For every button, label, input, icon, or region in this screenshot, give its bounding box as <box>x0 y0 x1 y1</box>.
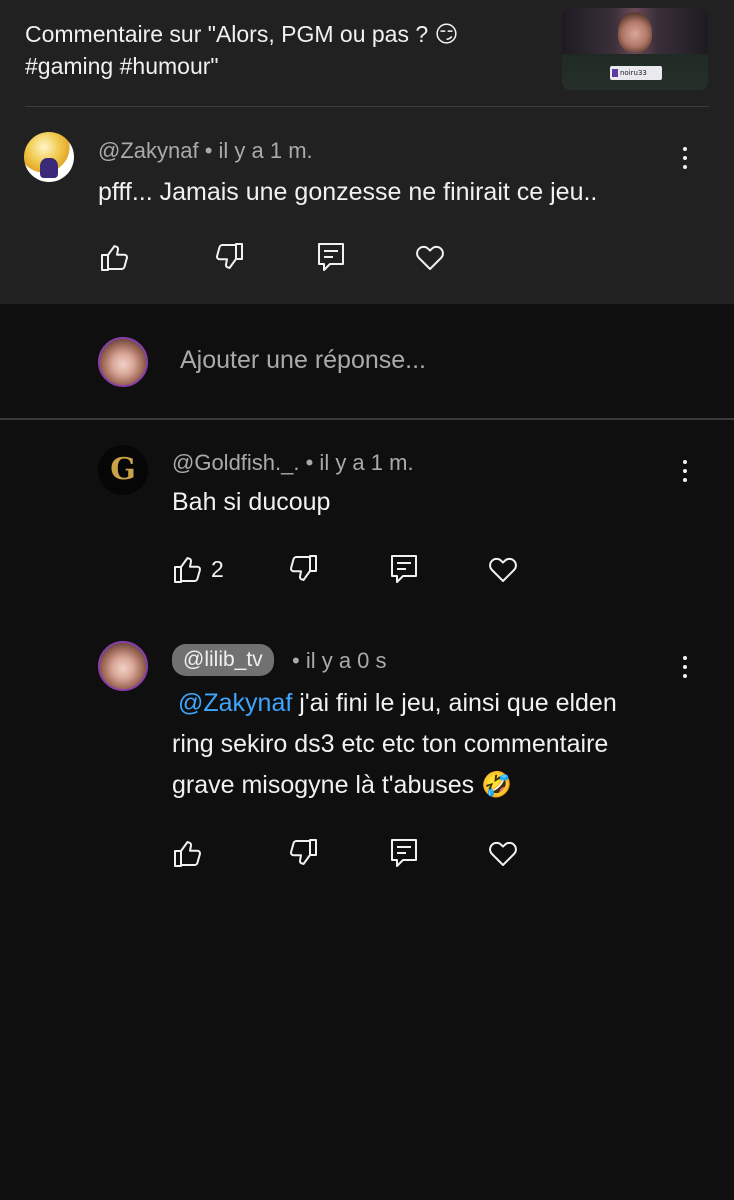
reply-divider <box>0 418 734 420</box>
avatar-goldfish[interactable]: G <box>98 445 148 495</box>
heart-icon[interactable] <box>414 241 446 273</box>
goldfish-logo: G <box>110 452 136 487</box>
video-thumbnail[interactable]: noiru33 <box>562 8 708 90</box>
comment-icon[interactable] <box>315 241 347 273</box>
avatar-zakynaf[interactable] <box>24 132 74 182</box>
thumbs-up-icon[interactable] <box>99 241 131 273</box>
reply-time-text: • il y a 0 s <box>292 648 387 673</box>
thumbs-down-icon[interactable] <box>287 837 319 869</box>
reply-text: Bah si ducoup <box>172 488 331 516</box>
reply-text-part: j'ai fini le jeu, ainsi que elden <box>292 689 617 717</box>
mention-link[interactable]: @Zakynaf <box>178 689 292 717</box>
reply-meta: @Goldfish._. • il y a 1 m. <box>172 450 414 476</box>
reply-text: @Zakynaf j'ai fini le jeu, ainsi que eld… <box>172 683 692 806</box>
reply-text-line-2: ring sekiro ds3 etc etc ton commentaire <box>172 730 609 758</box>
thumbs-down-icon[interactable] <box>287 553 319 585</box>
comment-header: Commentaire sur "Alors, PGM ou pas ? 😏 #… <box>0 0 734 107</box>
author-name-pill[interactable]: @lilib_tv <box>172 644 274 676</box>
thumbnail-tag: noiru33 <box>610 66 662 80</box>
more-vert-icon[interactable] <box>673 652 697 682</box>
avatar-lilib[interactable] <box>98 641 148 691</box>
reply-text-line-3: grave misogyne là t'abuses 🤣 <box>172 771 513 799</box>
heart-icon[interactable] <box>487 837 519 869</box>
like-count: 2 <box>211 556 224 582</box>
comment-icon[interactable] <box>388 837 420 869</box>
comment-text: pfff... Jamais une gonzesse ne finirait … <box>98 178 598 206</box>
reply-text-line-1: @Zakynaf j'ai fini le jeu, ainsi que eld… <box>172 683 692 724</box>
comment-icon[interactable] <box>388 553 420 585</box>
comment-meta: @Zakynaf • il y a 1 m. <box>98 138 313 164</box>
reply-time: • il y a 1 m. <box>299 450 414 475</box>
thumbs-up-icon[interactable] <box>172 553 204 585</box>
author-name[interactable]: @Zakynaf <box>98 138 199 163</box>
avatar-current-user <box>98 337 148 387</box>
more-vert-icon[interactable] <box>673 456 697 486</box>
header-title: Commentaire sur "Alors, PGM ou pas ? 😏 #… <box>25 21 459 79</box>
thumbnail-face <box>618 12 652 52</box>
comment-time: • il y a 1 m. <box>198 138 313 163</box>
thumbs-down-icon[interactable] <box>213 241 245 273</box>
author-name[interactable]: @Goldfish._. <box>172 450 300 475</box>
reply-time: • il y a 0 s <box>292 648 387 674</box>
reply-input[interactable]: Ajouter une réponse... <box>180 346 426 375</box>
thumbs-up-icon[interactable] <box>172 837 204 869</box>
more-vert-icon[interactable] <box>673 143 697 173</box>
heart-icon[interactable] <box>487 553 519 585</box>
